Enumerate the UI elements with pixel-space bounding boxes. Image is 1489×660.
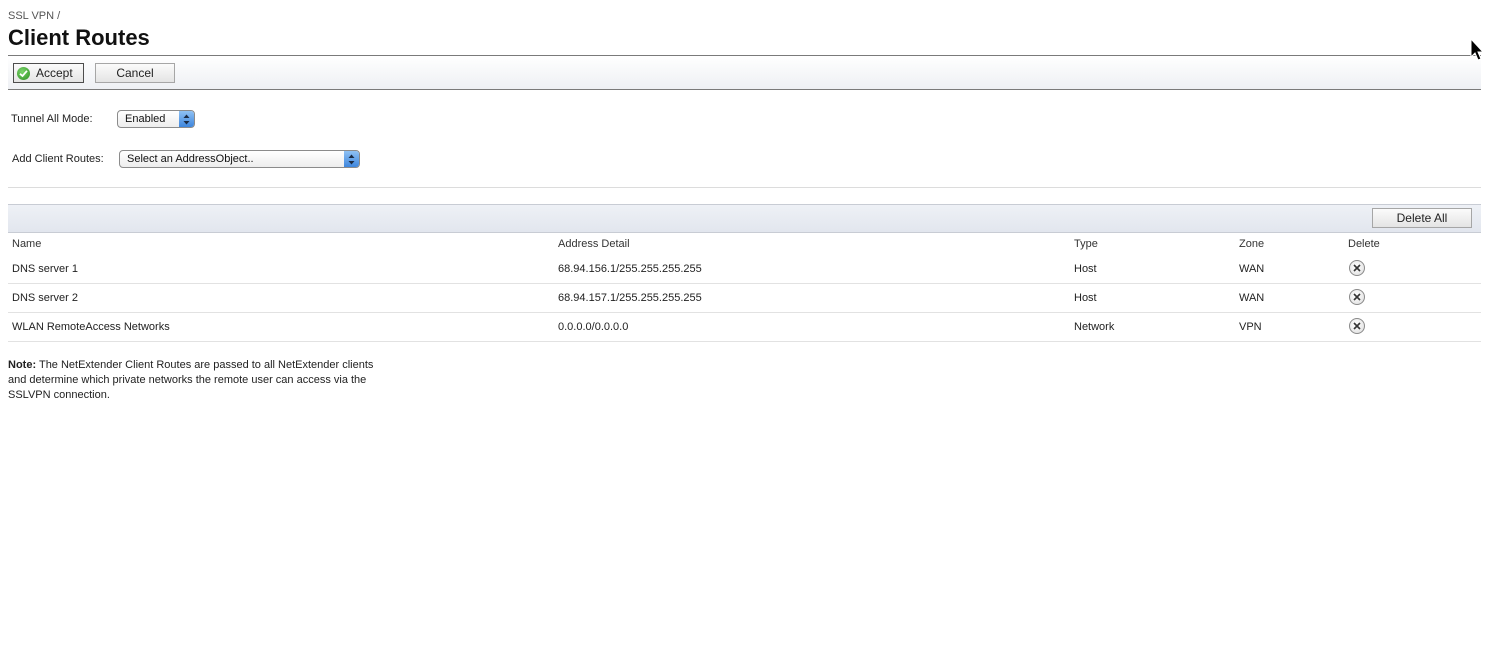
route-zone: WAN <box>1239 263 1265 275</box>
table-row: DNS server 2 68.94.157.1/255.255.255.255… <box>8 284 1481 313</box>
route-zone: WAN <box>1239 292 1265 304</box>
table-row: DNS server 1 68.94.156.1/255.255.255.255… <box>8 255 1481 284</box>
column-header-type: Type <box>1074 238 1098 250</box>
column-header-name: Name <box>12 238 42 250</box>
route-name: WLAN RemoteAccess Networks <box>12 321 170 333</box>
breadcrumb[interactable]: SSL VPN / <box>8 10 60 22</box>
route-type: Network <box>1074 321 1115 333</box>
action-toolbar: Accept Cancel <box>8 55 1481 90</box>
route-name: DNS server 1 <box>12 263 79 275</box>
accept-label: Accept <box>36 66 73 80</box>
route-type: Host <box>1074 292 1097 304</box>
tunnel-all-mode-select[interactable]: Enabled <box>117 110 195 128</box>
tunnel-all-mode-value: Enabled <box>125 113 166 125</box>
address-object-select[interactable]: Select an AddressObject.. <box>119 150 360 168</box>
add-client-routes-label: Add Client Routes: <box>12 153 104 165</box>
column-header-delete: Delete <box>1348 238 1380 250</box>
cancel-button[interactable]: Cancel <box>95 63 175 83</box>
delete-row-icon[interactable] <box>1349 260 1365 276</box>
route-type: Host <box>1074 263 1097 275</box>
mouse-pointer-icon <box>1470 37 1485 67</box>
accept-button[interactable]: Accept <box>13 63 84 83</box>
section-divider <box>8 187 1481 188</box>
delete-row-icon[interactable] <box>1349 318 1365 334</box>
client-routes-page: SSL VPN / Client Routes Accept Cancel Tu… <box>0 0 1489 660</box>
column-header-zone: Zone <box>1239 238 1265 250</box>
address-object-value: Select an AddressObject.. <box>127 153 254 165</box>
route-address: 68.94.156.1/255.255.255.255 <box>558 263 702 275</box>
route-name: DNS server 2 <box>12 292 79 304</box>
route-zone: VPN <box>1239 321 1262 333</box>
updown-arrows-icon <box>179 111 194 127</box>
column-header-address-detail: Address Detail <box>558 238 630 250</box>
table-row: WLAN RemoteAccess Networks 0.0.0.0/0.0.0… <box>8 313 1481 342</box>
page-title: Client Routes <box>8 25 150 50</box>
table-toolbar: Delete All <box>8 204 1481 233</box>
updown-arrows-icon <box>344 151 359 167</box>
note-text: Note: The NetExtender Client Routes are … <box>8 358 388 403</box>
delete-all-button[interactable]: Delete All <box>1372 208 1472 228</box>
note-label: Note: <box>8 359 37 371</box>
check-circle-icon <box>17 66 30 80</box>
note-body: The NetExtender Client Routes are passed… <box>8 359 374 401</box>
tunnel-all-mode-label: Tunnel All Mode: <box>11 113 93 125</box>
route-address: 68.94.157.1/255.255.255.255 <box>558 292 702 304</box>
route-address: 0.0.0.0/0.0.0.0 <box>558 321 629 333</box>
delete-row-icon[interactable] <box>1349 289 1365 305</box>
